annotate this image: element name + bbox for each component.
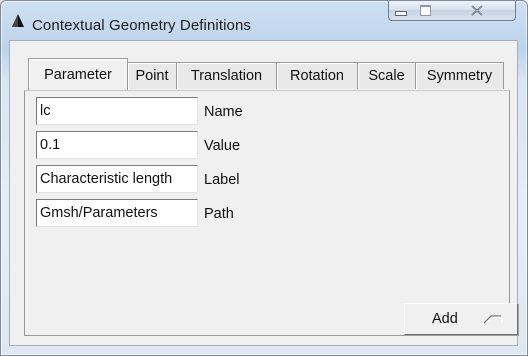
name-input[interactable]: lc [36,97,198,125]
maximize-icon [420,5,431,16]
minimize-icon [395,11,407,16]
tab-label: Rotation [289,68,344,84]
tab-parameter[interactable]: Parameter [28,58,128,90]
tab-point[interactable]: Point [127,62,177,89]
tab-scale[interactable]: Scale [357,62,416,89]
title-bar[interactable]: Contextual Geometry Definitions [0,0,526,38]
tab-symmetry[interactable]: Symmetry [415,62,504,89]
label-input[interactable]: Characteristic length [36,165,198,193]
tab-label: Point [135,68,169,84]
tab-translation[interactable]: Translation [176,62,277,89]
label-label: Label [204,172,240,188]
tab-label: Scale [368,68,405,84]
tab-label: Translation [190,68,263,84]
minimize-button[interactable] [388,1,414,21]
return-arrow-icon [482,310,504,326]
add-button[interactable]: Add [404,303,518,335]
window-controls [388,1,518,21]
path-label: Path [204,206,234,222]
value-input[interactable]: 0.1 [36,131,198,159]
close-button[interactable] [438,1,516,21]
tab-label: Parameter [44,66,112,83]
path-input[interactable]: Gmsh/Parameters [36,199,198,227]
gmsh-triangle-icon [11,13,25,27]
add-button-label: Add [432,311,458,327]
maximize-button[interactable] [413,1,439,21]
tab-label: Symmetry [426,68,493,84]
value-label: Value [204,138,241,154]
tab-rotation[interactable]: Rotation [276,62,358,89]
window-title: Contextual Geometry Definitions [32,17,252,34]
close-icon [470,5,483,16]
name-label: Name [204,104,243,120]
